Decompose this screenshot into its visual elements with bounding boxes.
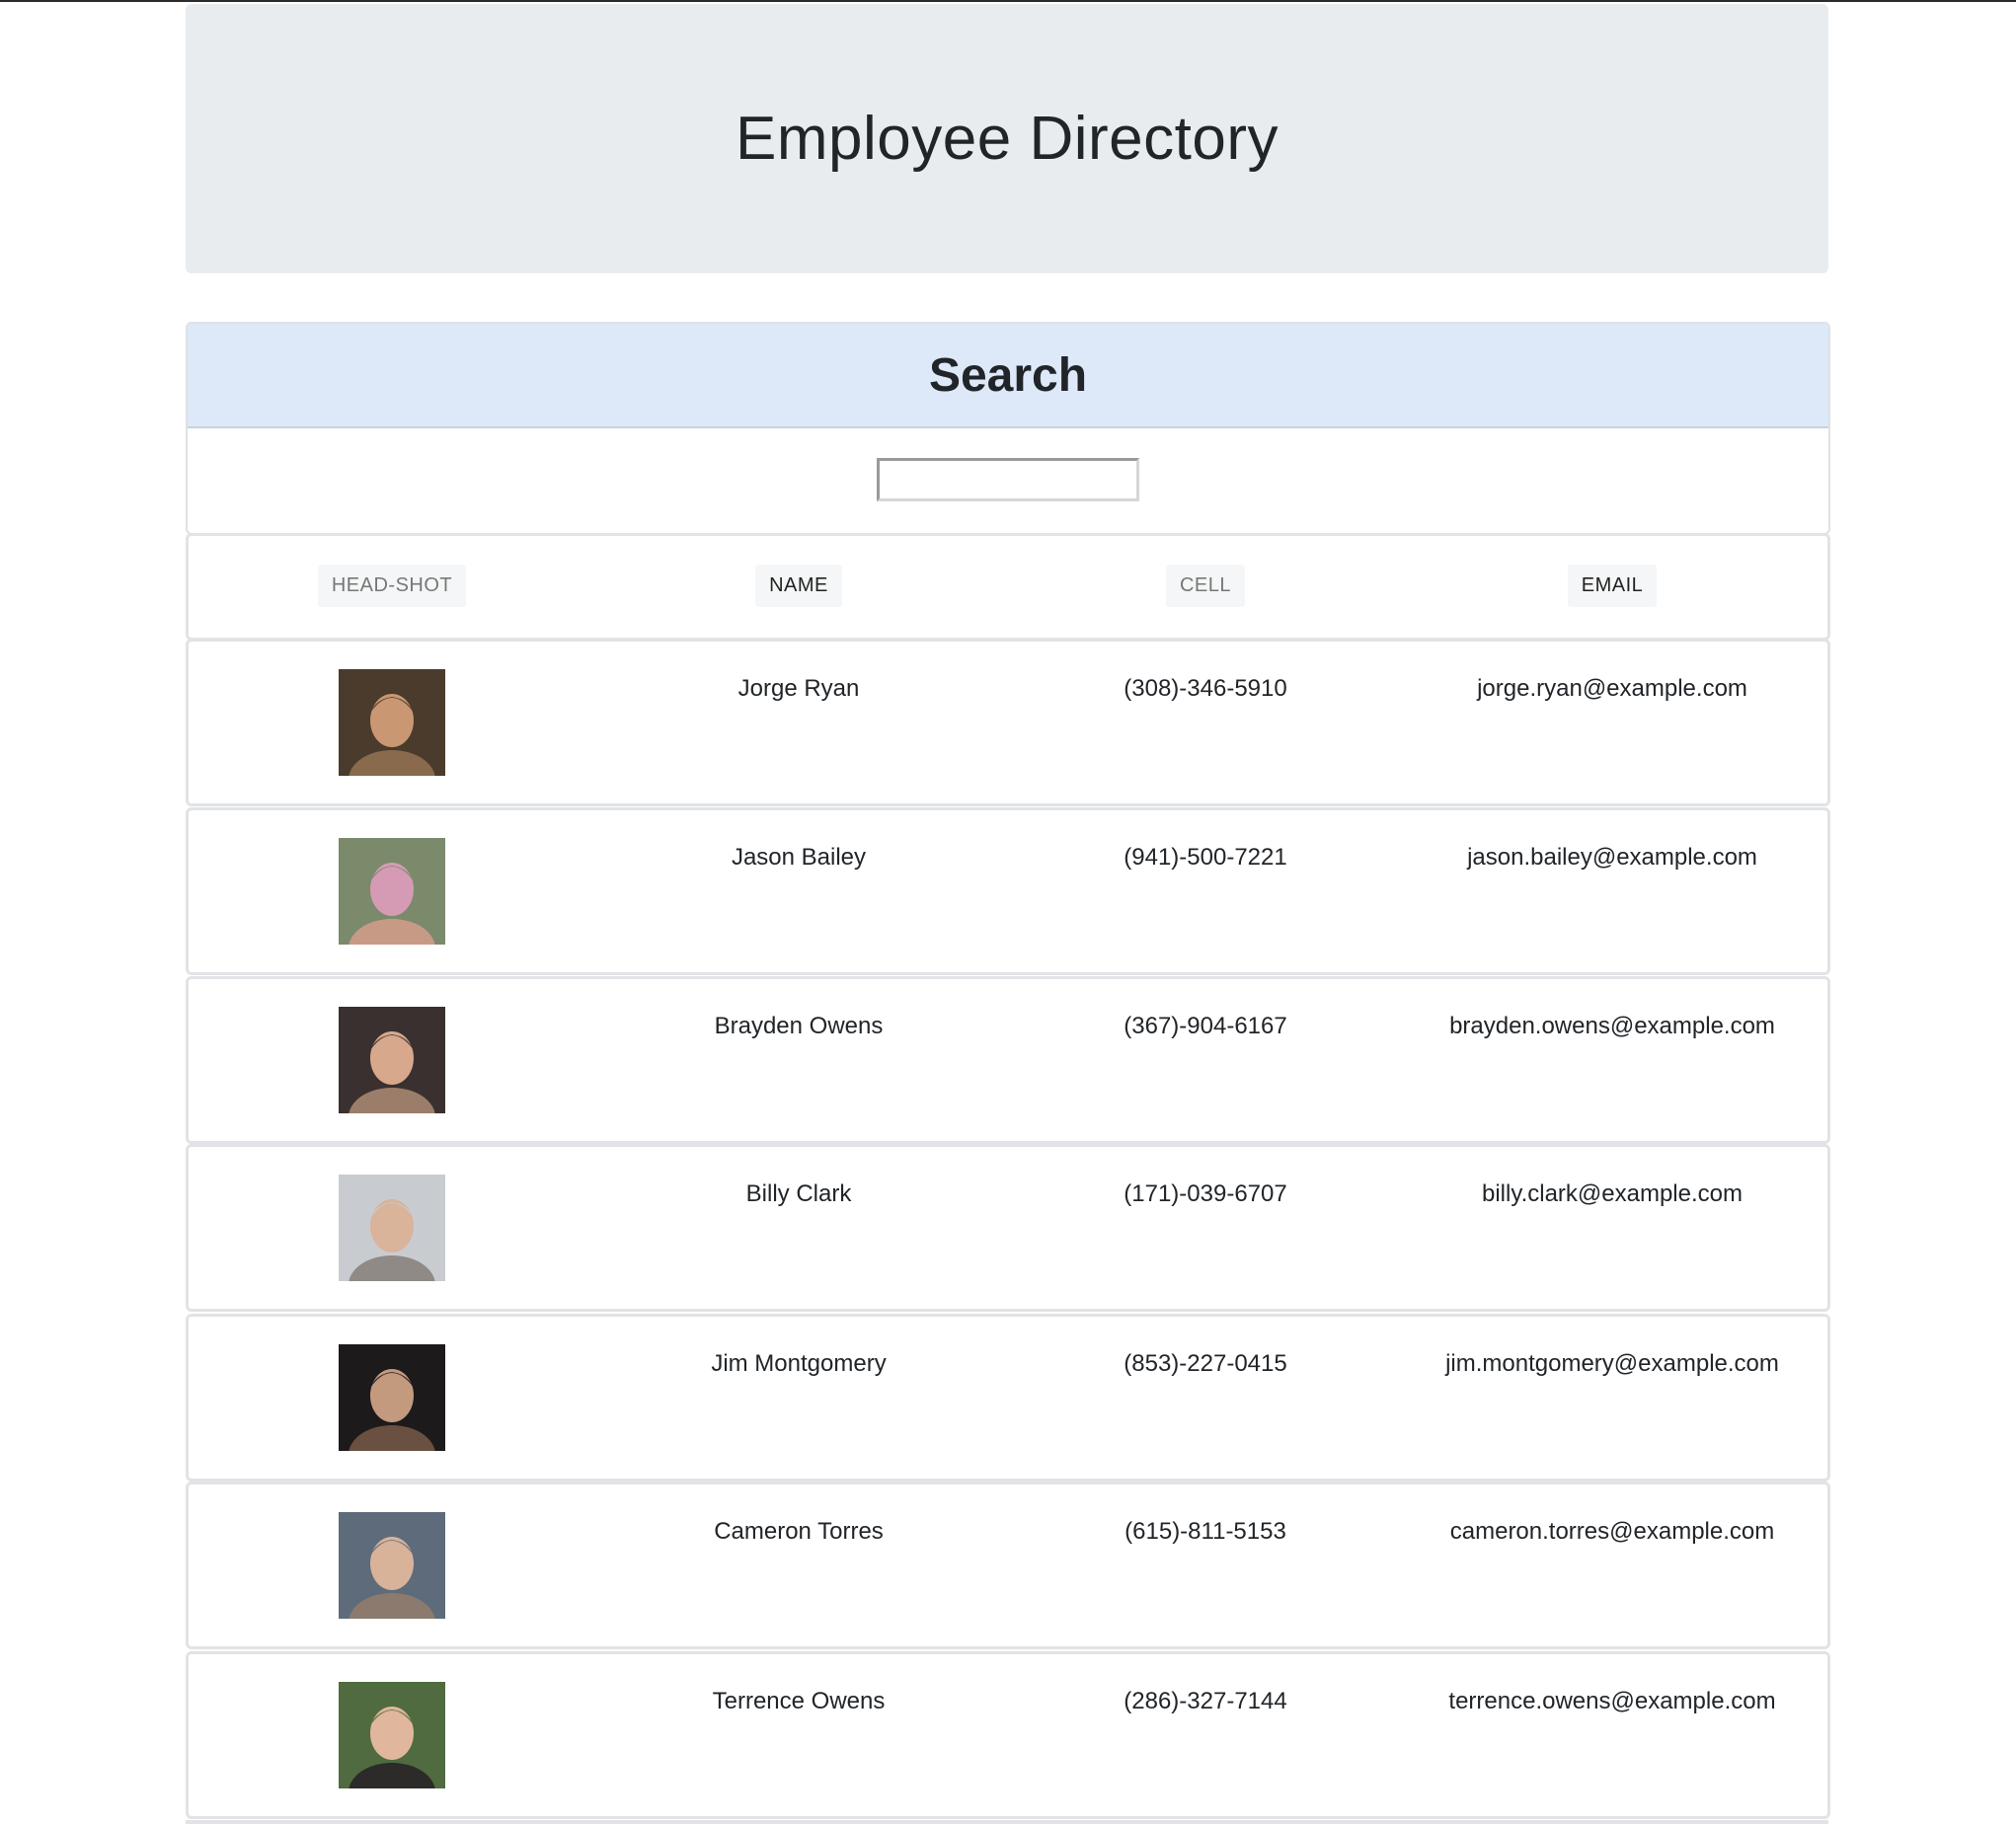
name-cell: Brayden Owens <box>595 979 1002 1040</box>
column-header-name[interactable]: NAME <box>755 565 842 607</box>
table-row: Billy Clark (171)-039-6707 billy.clark@exa… <box>186 1144 1830 1312</box>
headshot-cell <box>189 979 595 1118</box>
headshot-cell <box>189 1317 595 1456</box>
headshot-photo <box>339 1007 445 1113</box>
employee-name: Brayden Owens <box>714 1013 884 1039</box>
name-cell: Jorge Ryan <box>595 642 1002 703</box>
email-cell: billy.clark@example.com <box>1409 1147 1816 1208</box>
search-card-body <box>188 428 1828 531</box>
table-row: Terrence Owens (286)-327-7144 terrence.owe… <box>186 1651 1830 1819</box>
phone-cell: (941)-500-7221 <box>1002 810 1409 872</box>
employee-cell-phone: (853)-227-0415 <box>1124 1350 1287 1377</box>
email-cell: cameron.torres@example.com <box>1409 1484 1816 1546</box>
employee-email: jason.bailey@example.com <box>1467 844 1757 871</box>
employee-cell-phone: (308)-346-5910 <box>1124 675 1287 702</box>
name-cell: Jim Montgomery <box>595 1317 1002 1378</box>
headshot-cell <box>189 1147 595 1286</box>
phone-cell: (367)-904-6167 <box>1002 979 1409 1040</box>
phone-cell: (171)-039-6707 <box>1002 1147 1409 1208</box>
column-header-cell: CELL <box>1002 536 1409 607</box>
phone-cell: (853)-227-0415 <box>1002 1317 1409 1378</box>
email-cell: jason.bailey@example.com <box>1409 810 1816 872</box>
headshot-photo <box>339 1512 445 1619</box>
employee-email: brayden.owens@example.com <box>1449 1013 1775 1039</box>
headshot-photo <box>339 1344 445 1451</box>
name-cell: Terrence Owens <box>595 1654 1002 1715</box>
search-input[interactable] <box>877 458 1139 501</box>
employee-cell-phone: (615)-811-5153 <box>1124 1518 1286 1545</box>
headshot-cell <box>189 810 595 950</box>
employee-email: cameron.torres@example.com <box>1449 1518 1775 1545</box>
name-cell: Cameron Torres <box>595 1484 1002 1546</box>
employee-name: Jason Bailey <box>731 844 867 871</box>
page-title: Employee Directory <box>736 105 1279 173</box>
employee-name: Billy Clark <box>745 1180 852 1207</box>
phone-cell: (615)-811-5153 <box>1002 1484 1409 1546</box>
name-cell: Jason Bailey <box>595 810 1002 872</box>
table-row: Jorge Ryan (308)-346-5910 jorge.ryan@examp… <box>186 639 1830 806</box>
email-cell: jim.montgomery@example.com <box>1409 1317 1816 1378</box>
headshot-cell <box>189 1654 595 1793</box>
employee-email: jorge.ryan@example.com <box>1477 675 1747 702</box>
search-title: Search <box>928 348 1088 402</box>
column-header-cell-phone[interactable]: CELL <box>1165 565 1246 607</box>
table-row: Brayden Owens (367)-904-6167 brayden.owens… <box>186 976 1830 1144</box>
name-cell: Billy Clark <box>595 1147 1002 1208</box>
headshot-cell <box>189 1484 595 1624</box>
table-row: Jim Montgomery (853)-227-0415 jim.montgome… <box>186 1314 1830 1482</box>
column-header-cell: EMAIL <box>1409 536 1816 607</box>
headshot-photo <box>339 1175 445 1281</box>
headshot-photo <box>339 838 445 945</box>
headshot-cell <box>189 642 595 781</box>
table-header-row: HEAD-SHOT NAME CELL EMAIL <box>186 533 1830 641</box>
next-row-edge <box>186 1820 1828 1824</box>
column-header-headshot[interactable]: HEAD-SHOT <box>317 565 467 607</box>
headshot-photo <box>339 669 445 776</box>
table-row: Jason Bailey (941)-500-7221 jason.bailey@e… <box>186 807 1830 975</box>
employee-name: Cameron Torres <box>714 1518 884 1545</box>
email-cell: brayden.owens@example.com <box>1409 979 1816 1040</box>
email-cell: jorge.ryan@example.com <box>1409 642 1816 703</box>
employee-email: terrence.owens@example.com <box>1448 1688 1776 1714</box>
employee-cell-phone: (367)-904-6167 <box>1124 1013 1287 1039</box>
employee-cell-phone: (171)-039-6707 <box>1124 1180 1287 1207</box>
phone-cell: (286)-327-7144 <box>1002 1654 1409 1715</box>
employee-name: Jim Montgomery <box>711 1350 887 1377</box>
employee-name: Jorge Ryan <box>737 675 860 702</box>
table-row: Cameron Torres (615)-811-5153 cameron.torr… <box>186 1482 1830 1649</box>
search-card: Search <box>186 322 1830 535</box>
email-cell: terrence.owens@example.com <box>1409 1654 1816 1715</box>
employee-email: jim.montgomery@example.com <box>1445 1350 1779 1377</box>
employee-name: Terrence Owens <box>712 1688 886 1714</box>
page-top-border <box>0 0 2016 2</box>
headshot-photo <box>339 1682 445 1788</box>
employee-email: billy.clark@example.com <box>1482 1180 1743 1207</box>
search-card-header: Search <box>188 324 1828 428</box>
column-header-cell: NAME <box>595 536 1002 607</box>
employee-cell-phone: (286)-327-7144 <box>1124 1688 1287 1714</box>
column-header-email[interactable]: EMAIL <box>1567 565 1658 607</box>
page-header: Employee Directory <box>186 4 1828 273</box>
phone-cell: (308)-346-5910 <box>1002 642 1409 703</box>
employee-cell-phone: (941)-500-7221 <box>1124 844 1287 871</box>
column-header-cell: HEAD-SHOT <box>189 536 595 607</box>
